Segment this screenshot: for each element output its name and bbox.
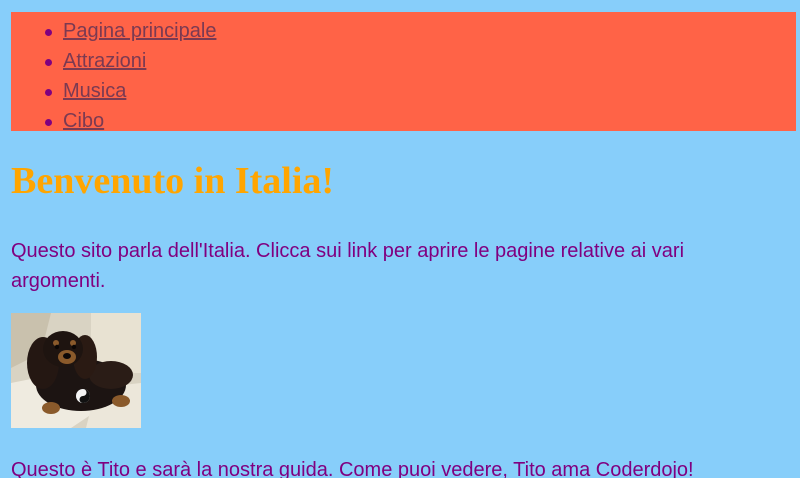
dog-photo xyxy=(11,313,141,428)
bullet-icon xyxy=(45,89,52,96)
page-title: Benvenuto in Italia! xyxy=(11,160,335,202)
nav-link-cibo[interactable]: Cibo xyxy=(63,110,104,132)
guide-caption: Questo è Tito e sarà la nostra guida. Co… xyxy=(11,459,694,478)
nav-link-musica[interactable]: Musica xyxy=(63,80,126,102)
nav-item-musica: Musica xyxy=(45,76,796,106)
nav-link-pagina-principale[interactable]: Pagina principale xyxy=(63,20,216,42)
nav-list: Pagina principale Attrazioni Musica Cibo xyxy=(11,12,796,136)
nav-item-pagina-principale: Pagina principale xyxy=(45,16,796,46)
nav-link-attrazioni[interactable]: Attrazioni xyxy=(63,50,146,72)
intro-paragraph: Questo sito parla dell'Italia. Clicca su… xyxy=(11,240,685,292)
bullet-icon xyxy=(45,59,52,66)
nav-bar: Pagina principale Attrazioni Musica Cibo xyxy=(11,12,796,132)
bullet-icon xyxy=(45,29,52,36)
bullet-icon xyxy=(45,119,52,126)
nav-item-attrazioni: Attrazioni xyxy=(45,46,796,76)
nav-item-cibo: Cibo xyxy=(45,106,796,136)
